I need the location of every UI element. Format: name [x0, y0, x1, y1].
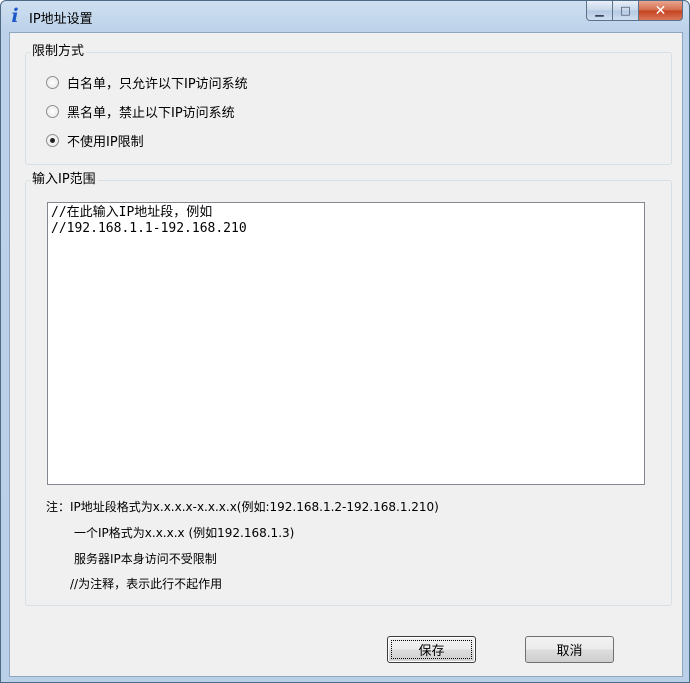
cancel-button[interactable]: 取消: [525, 636, 614, 663]
note-line-server: 服务器IP本身访问不受限制: [74, 552, 217, 566]
radio-no-restriction-label: 不使用IP限制: [67, 135, 144, 150]
radio-blacklist-indicator[interactable]: [46, 105, 59, 118]
minimize-icon: ▁: [595, 4, 604, 17]
radio-blacklist-label: 黑名单，禁止以下IP访问系统: [67, 106, 235, 121]
minimize-button[interactable]: ▁: [586, 1, 613, 21]
window-title: IP地址设置: [29, 12, 93, 27]
note-line-comment: //为注释，表示此行不起作用: [70, 577, 223, 591]
close-button[interactable]: ✕: [639, 1, 683, 21]
maximize-icon: □: [620, 4, 631, 17]
focus-rectangle: [391, 640, 472, 659]
note-line-format: 注：IP地址段格式为x.x.x.x-x.x.x.x(例如:192.168.1.2…: [46, 500, 439, 514]
note-line-single-ip: 一个IP格式为x.x.x.x (例如192.168.1.3): [74, 526, 295, 540]
maximize-button[interactable]: □: [613, 1, 639, 21]
radio-no-restriction-indicator[interactable]: [46, 134, 59, 147]
restriction-group-title: 限制方式: [30, 44, 87, 60]
radio-whitelist[interactable]: 白名单，只允许以下IP访问系统: [46, 73, 248, 92]
radio-whitelist-label: 白名单，只允许以下IP访问系统: [67, 77, 248, 92]
save-button[interactable]: 保存: [387, 636, 476, 663]
window-controls: ▁ □ ✕: [586, 1, 683, 21]
app-info-icon: i: [11, 5, 19, 27]
close-icon: ✕: [654, 2, 667, 19]
ip-range-group-title: 输入IP范围: [30, 172, 98, 188]
dialog-client-area: 限制方式 白名单，只允许以下IP访问系统 黑名单，禁止以下IP访问系统 不使用I…: [9, 32, 683, 677]
radio-whitelist-indicator[interactable]: [46, 76, 59, 89]
radio-blacklist[interactable]: 黑名单，禁止以下IP访问系统: [46, 102, 235, 121]
restriction-groupbox: 限制方式 白名单，只允许以下IP访问系统 黑名单，禁止以下IP访问系统 不使用I…: [25, 44, 672, 165]
ip-range-groupbox: 输入IP范围 //在此输入IP地址段，例如 //192.168.1.1-192.…: [25, 172, 672, 606]
cancel-button-label: 取消: [556, 644, 583, 659]
title-bar[interactable]: i IP地址设置 ▁ □ ✕: [1, 1, 689, 31]
ip-range-textarea[interactable]: //在此输入IP地址段，例如 //192.168.1.1-192.168.210: [47, 202, 645, 485]
radio-no-restriction[interactable]: 不使用IP限制: [46, 131, 144, 150]
dialog-window: i IP地址设置 ▁ □ ✕ 限制方式 白名单，只允许以下IP访问系统 黑名单，…: [0, 0, 690, 683]
